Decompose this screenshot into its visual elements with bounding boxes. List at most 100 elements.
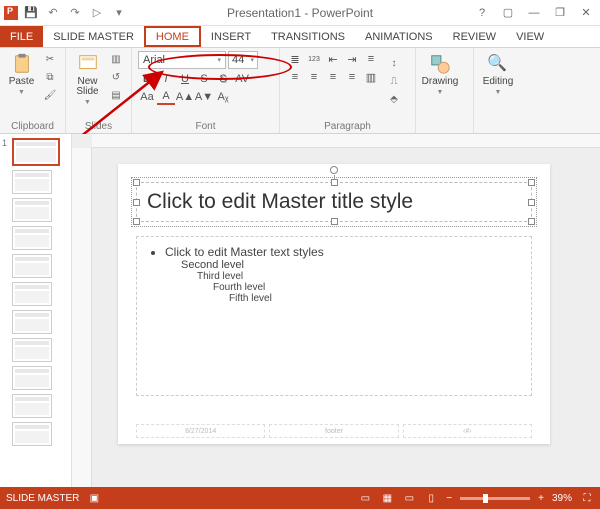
section-button[interactable]: ▤ xyxy=(107,87,125,103)
thumbnail-layout[interactable] xyxy=(2,310,69,334)
bold-button[interactable]: B xyxy=(138,71,156,87)
font-size-combo[interactable]: 44▾ xyxy=(228,51,258,69)
zoom-in-button[interactable]: + xyxy=(538,493,544,504)
underline-button[interactable]: U xyxy=(176,71,194,87)
italic-button[interactable]: I xyxy=(157,71,175,87)
start-slideshow-icon[interactable]: ▷ xyxy=(88,4,106,22)
paste-label: Paste xyxy=(9,77,35,87)
normal-view-button[interactable]: ▭ xyxy=(358,491,372,505)
reading-view-button[interactable]: ▭ xyxy=(402,491,416,505)
fit-to-window-button[interactable]: ⛶ xyxy=(580,491,594,505)
list-item: Click to edit Master text styles xyxy=(165,245,517,259)
selection-handle[interactable] xyxy=(528,218,535,225)
save-icon[interactable]: 💾 xyxy=(22,4,40,22)
shapes-icon xyxy=(429,53,451,75)
align-text-button[interactable]: ⎍ xyxy=(384,73,404,89)
help-button[interactable]: ? xyxy=(470,3,494,23)
selection-handle[interactable] xyxy=(331,218,338,225)
increase-indent-button[interactable]: ⇥ xyxy=(343,51,361,67)
new-slide-button[interactable]: New Slide ▼ xyxy=(72,51,103,119)
footer-placeholder[interactable]: footer xyxy=(269,424,398,438)
layout-button[interactable]: ▥ xyxy=(107,51,125,67)
text-direction-button[interactable]: ↕ xyxy=(384,55,404,71)
tab-slide-master[interactable]: SLIDE MASTER xyxy=(43,26,144,47)
format-painter-button[interactable]: 🖌 xyxy=(41,87,59,103)
thumbnail-layout[interactable] xyxy=(2,198,69,222)
ribbon-display-options-icon[interactable]: ▢ xyxy=(496,3,520,23)
thumbnail-layout[interactable] xyxy=(2,366,69,390)
horizontal-ruler[interactable] xyxy=(92,134,600,148)
font-name-combo[interactable]: Arial▾ xyxy=(138,51,226,69)
master-view-icon[interactable]: ▣ xyxy=(87,491,101,505)
zoom-out-button[interactable]: − xyxy=(446,493,452,504)
close-button[interactable]: ✕ xyxy=(574,3,598,23)
convert-smartart-button[interactable]: ⬘ xyxy=(384,91,404,107)
clear-formatting-button[interactable]: Aᵪ xyxy=(214,89,232,105)
font-color-button[interactable]: A xyxy=(157,89,175,105)
columns-button[interactable]: ▥ xyxy=(362,69,380,85)
slideshow-button[interactable]: ▯ xyxy=(424,491,438,505)
thumbnail-layout[interactable] xyxy=(2,170,69,194)
restore-button[interactable]: ❐ xyxy=(548,3,572,23)
cut-button[interactable]: ✂ xyxy=(41,51,59,67)
tab-review[interactable]: REVIEW xyxy=(443,26,506,47)
ribbon: Paste ▼ ✂ ⧉ 🖌 Clipboard New Slide ▼ ▥ ↺ … xyxy=(0,48,600,134)
align-right-button[interactable]: ≡ xyxy=(324,69,342,85)
drawing-button[interactable]: Drawing ▼ xyxy=(422,51,458,119)
reset-button[interactable]: ↺ xyxy=(107,69,125,85)
selection-handle[interactable] xyxy=(133,218,140,225)
title-placeholder[interactable]: Click to edit Master title style xyxy=(136,182,532,222)
thumbnail-layout[interactable] xyxy=(2,422,69,446)
numbering-button[interactable]: 123 xyxy=(305,51,323,67)
selection-handle[interactable] xyxy=(133,179,140,186)
tab-home[interactable]: HOME xyxy=(144,26,201,47)
customize-qat-icon[interactable]: ▾ xyxy=(110,4,128,22)
selection-handle[interactable] xyxy=(528,179,535,186)
date-placeholder[interactable]: 8/27/2014 xyxy=(136,424,265,438)
selection-handle[interactable] xyxy=(133,199,140,206)
grow-font-button[interactable]: A▲ xyxy=(176,89,194,105)
change-case-button[interactable]: Aa xyxy=(138,89,156,105)
tab-view[interactable]: VIEW xyxy=(506,26,554,47)
character-spacing-button[interactable]: AV xyxy=(233,71,251,87)
body-placeholder[interactable]: Click to edit Master text styles Second … xyxy=(136,236,532,396)
zoom-slider[interactable] xyxy=(460,497,530,500)
slide-number-placeholder[interactable]: ‹#› xyxy=(403,424,532,438)
strikethrough-button[interactable]: S xyxy=(195,71,213,87)
thumbnail-layout[interactable] xyxy=(2,282,69,306)
align-center-button[interactable]: ≡ xyxy=(305,69,323,85)
tab-file[interactable]: FILE xyxy=(0,26,43,47)
selection-handle[interactable] xyxy=(331,179,338,186)
justify-button[interactable]: ≡ xyxy=(343,69,361,85)
thumbnail-layout[interactable] xyxy=(2,226,69,250)
slide-canvas[interactable]: Click to edit Master title style Click t… xyxy=(118,164,550,444)
bullets-button[interactable]: ≣ xyxy=(286,51,304,67)
rotation-handle[interactable] xyxy=(330,166,338,174)
tab-insert[interactable]: INSERT xyxy=(201,26,261,47)
minimize-button[interactable]: — xyxy=(522,3,546,23)
thumbnail-master[interactable]: 1 xyxy=(2,138,69,166)
zoom-level[interactable]: 39% xyxy=(552,493,572,504)
slide-sorter-button[interactable]: ▦ xyxy=(380,491,394,505)
copy-button[interactable]: ⧉ xyxy=(41,69,59,85)
thumbnail-layout[interactable] xyxy=(2,254,69,278)
line-spacing-button[interactable]: ≡ xyxy=(362,51,380,67)
tab-animations[interactable]: ANIMATIONS xyxy=(355,26,443,47)
decrease-indent-button[interactable]: ⇤ xyxy=(324,51,342,67)
thumbnail-pane[interactable]: 1 xyxy=(0,134,72,487)
editing-button[interactable]: 🔍 Editing ▼ xyxy=(480,51,516,119)
thumbnail-preview xyxy=(12,366,52,390)
selection-handle[interactable] xyxy=(528,199,535,206)
group-paragraph: ≣ 123 ⇤ ⇥ ≡ ≡ ≡ ≡ ≡ ▥ ↕ ⎍ ⬘ P xyxy=(280,48,416,133)
text-shadow-button[interactable]: S xyxy=(214,71,232,87)
status-mode: SLIDE MASTER xyxy=(6,493,79,504)
shrink-font-button[interactable]: A▼ xyxy=(195,89,213,105)
redo-icon[interactable]: ↷ xyxy=(66,4,84,22)
thumbnail-layout[interactable] xyxy=(2,338,69,362)
paste-button[interactable]: Paste ▼ xyxy=(6,51,37,119)
undo-icon[interactable]: ↶ xyxy=(44,4,62,22)
thumbnail-layout[interactable] xyxy=(2,394,69,418)
align-left-button[interactable]: ≡ xyxy=(286,69,304,85)
vertical-ruler[interactable] xyxy=(72,148,92,487)
tab-transitions[interactable]: TRANSITIONS xyxy=(261,26,355,47)
